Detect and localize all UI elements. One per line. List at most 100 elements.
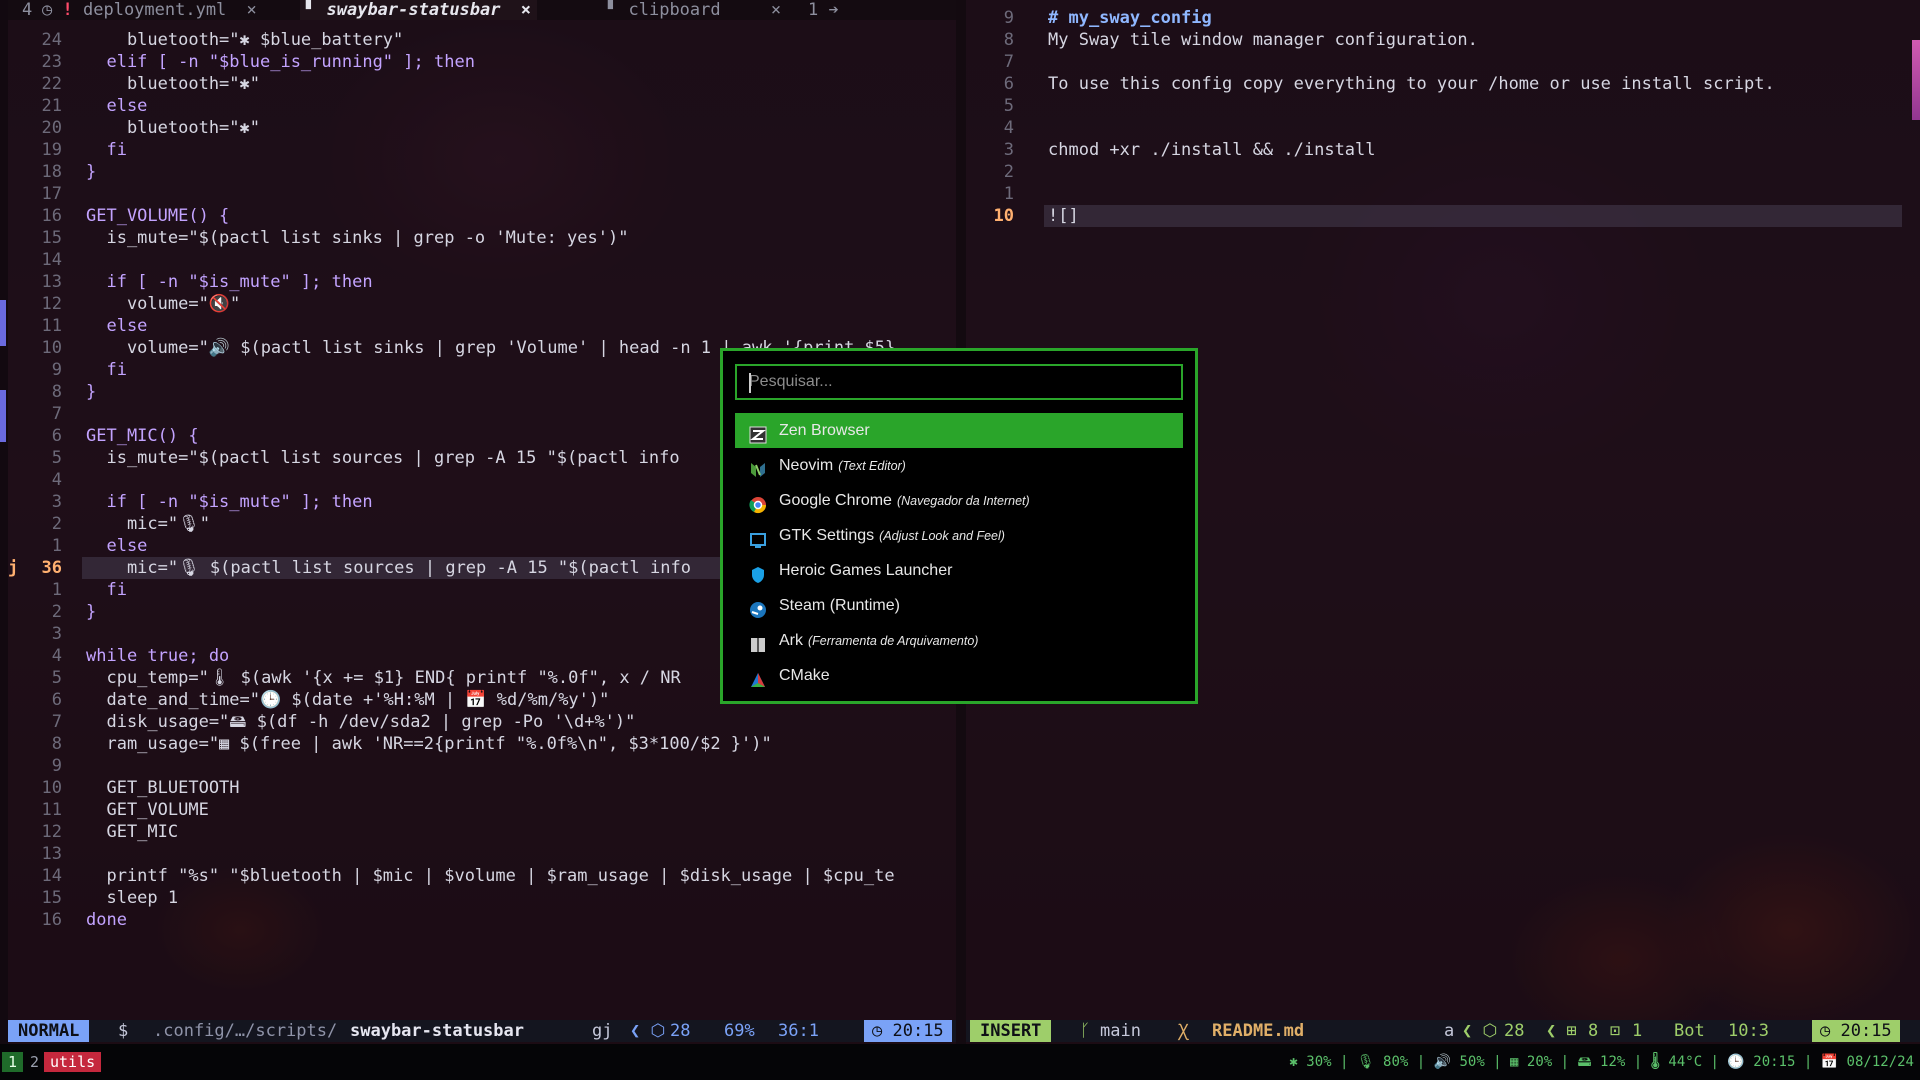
code-text[interactable]: while true; do: [86, 645, 229, 667]
workspace-1[interactable]: 1: [2, 1052, 24, 1072]
code-text[interactable]: done: [86, 909, 127, 931]
code-text[interactable]: GET_MIC() {: [86, 425, 199, 447]
markdown-text[interactable]: chmod +xr ./install && ./install: [1048, 139, 1376, 161]
tab-swaybar-statusbar[interactable]: ▘ swaybar-statusbar ×: [300, 0, 537, 20]
line-number: 16: [41, 910, 62, 930]
right-editor-text[interactable]: 9 # my_sway_config 8 My Sway tile window ma…: [966, 7, 1906, 227]
launcher-entry-google-chrome[interactable]: Google Chrome (Navegador da Internet): [735, 483, 1183, 518]
tab-label: clipboard: [628, 0, 721, 20]
code-text[interactable]: else: [86, 315, 147, 337]
markdown-line[interactable]: 1: [966, 183, 1906, 205]
code-line[interactable]: 12 GET_MIC: [8, 821, 956, 843]
code-text[interactable]: cpu_temp="🌡 $(awk '{x += $1} END{ printf…: [86, 667, 680, 689]
code-text[interactable]: bluetooth="✱ $blue_battery": [86, 29, 403, 51]
markdown-line[interactable]: 10 ![]: [966, 205, 1906, 227]
code-line[interactable]: 12 volume="🔇": [8, 293, 956, 315]
markdown-line[interactable]: 6 To use this config copy everything to y…: [966, 73, 1906, 95]
code-text[interactable]: fi: [86, 359, 126, 381]
workspace-utils[interactable]: utils: [44, 1052, 102, 1072]
code-text[interactable]: volume="🔇": [86, 293, 240, 315]
code-text[interactable]: else: [86, 535, 147, 557]
code-text[interactable]: }: [86, 601, 96, 623]
code-line[interactable]: 7 disk_usage="🖴 $(df -h /dev/sda2 | grep…: [8, 711, 956, 733]
markdown-line[interactable]: 5: [966, 95, 1906, 117]
launcher-entry-steam-runtime[interactable]: Steam (Runtime): [735, 588, 1183, 623]
markdown-line[interactable]: 2: [966, 161, 1906, 183]
code-text[interactable]: sleep 1: [86, 887, 178, 909]
code-text[interactable]: ram_usage="▦ $(free | awk 'NR==2{printf …: [86, 733, 771, 755]
workspace-2[interactable]: 2: [24, 1052, 45, 1072]
code-line[interactable]: 16 done: [8, 909, 956, 931]
close-icon[interactable]: ×: [247, 0, 257, 20]
markdown-text[interactable]: ![]: [1048, 205, 1079, 227]
markdown-line[interactable]: 3 chmod +xr ./install && ./install: [966, 139, 1906, 161]
launcher-entry-zen-browser[interactable]: Zen Browser: [735, 413, 1183, 448]
scrollbar-indicator[interactable]: [1912, 40, 1920, 120]
code-line[interactable]: 22 bluetooth="✱": [8, 73, 956, 95]
code-line[interactable]: 17: [8, 183, 956, 205]
code-text[interactable]: bluetooth="✱": [86, 117, 260, 139]
code-line[interactable]: 16 GET_VOLUME() {: [8, 205, 956, 227]
search-input[interactable]: [735, 364, 1183, 400]
code-text[interactable]: }: [86, 161, 96, 183]
line-number: 18: [41, 162, 62, 182]
code-text[interactable]: disk_usage="🖴 $(df -h /dev/sda2 | grep -…: [86, 711, 635, 733]
arrow-right-icon[interactable]: ➔: [829, 0, 839, 20]
code-text[interactable]: mic="🎙 $(pactl list sources | grep -A 15…: [86, 557, 691, 579]
code-text[interactable]: fi: [86, 139, 126, 161]
markdown-line[interactable]: 9 # my_sway_config: [966, 7, 1906, 29]
code-line[interactable]: 19 fi: [8, 139, 956, 161]
markdown-line[interactable]: 7: [966, 51, 1906, 73]
markdown-text[interactable]: To use this config copy everything to yo…: [1048, 73, 1775, 95]
launcher-entry-neovim[interactable]: Neovim (Text Editor): [735, 448, 1183, 483]
close-icon[interactable]: ×: [771, 0, 781, 20]
code-text[interactable]: date_and_time="🕒 $(date +'%H:%M | 📅 %d/%…: [86, 689, 609, 711]
code-text[interactable]: }: [86, 381, 96, 403]
code-line[interactable]: 10 GET_BLUETOOTH: [8, 777, 956, 799]
line-number: 22: [41, 74, 62, 94]
code-line[interactable]: 23 elif [ -n "$blue_is_running" ]; then: [8, 51, 956, 73]
code-text[interactable]: fi: [86, 579, 126, 601]
launcher-entry-cmake[interactable]: CMake: [735, 658, 1183, 693]
code-line[interactable]: 14: [8, 249, 956, 271]
code-text[interactable]: GET_BLUETOOTH: [86, 777, 239, 799]
code-line[interactable]: 8 ram_usage="▦ $(free | awk 'NR==2{print…: [8, 733, 956, 755]
launcher-entry-gtk-settings[interactable]: GTK Settings (Adjust Look and Feel): [735, 518, 1183, 553]
code-line[interactable]: 15 sleep 1: [8, 887, 956, 909]
code-text[interactable]: else: [86, 95, 147, 117]
line-number: 6: [51, 690, 62, 710]
code-line[interactable]: 15 is_mute="$(pactl list sinks | grep -o…: [8, 227, 956, 249]
code-line[interactable]: 14 printf "%s" "$bluetooth | $mic | $vol…: [8, 865, 956, 887]
code-line[interactable]: 13: [8, 843, 956, 865]
code-line[interactable]: 24 bluetooth="✱ $blue_battery": [8, 29, 956, 51]
markdown-text[interactable]: My Sway tile window manager configuratio…: [1048, 29, 1478, 51]
code-text[interactable]: if [ -n "$is_mute" ]; then: [86, 271, 372, 293]
code-text[interactable]: mic="🎙": [86, 513, 210, 535]
markdown-line[interactable]: 4: [966, 117, 1906, 139]
code-line[interactable]: 21 else: [8, 95, 956, 117]
code-text[interactable]: GET_VOLUME: [86, 799, 208, 821]
code-text[interactable]: GET_MIC: [86, 821, 178, 843]
code-text[interactable]: bluetooth="✱": [86, 73, 260, 95]
markdown-heading[interactable]: # my_sway_config: [1048, 7, 1212, 29]
clock-time: ◷ 20:15: [864, 1020, 952, 1042]
close-icon[interactable]: ×: [521, 0, 531, 20]
code-line[interactable]: 18}: [8, 161, 956, 183]
tab-deployment[interactable]: ◷ ! deployment.yml ×: [42, 0, 257, 20]
markdown-line[interactable]: 8 My Sway tile window manager configurati…: [966, 29, 1906, 51]
code-line[interactable]: 13 if [ -n "$is_mute" ]; then: [8, 271, 956, 293]
launcher-entry-heroic-games-launcher[interactable]: Heroic Games Launcher: [735, 553, 1183, 588]
code-text[interactable]: GET_VOLUME() {: [86, 205, 229, 227]
launcher-entry-ark[interactable]: Ark (Ferramenta de Arquivamento): [735, 623, 1183, 658]
code-line[interactable]: 20 bluetooth="✱": [8, 117, 956, 139]
code-text[interactable]: if [ -n "$is_mute" ]; then: [86, 491, 372, 513]
code-text[interactable]: is_mute="$(pactl list sinks | grep -o 'M…: [86, 227, 628, 249]
buffer-count: 28: [1504, 1021, 1525, 1041]
code-text[interactable]: elif [ -n "$blue_is_running" ]; then: [86, 51, 474, 73]
code-line[interactable]: 9: [8, 755, 956, 777]
code-text[interactable]: printf "%s" "$bluetooth | $mic | $volume…: [86, 865, 894, 887]
code-line[interactable]: 11 else: [8, 315, 956, 337]
tab-clipboard[interactable]: ▘ clipboard ×: [608, 0, 781, 20]
code-line[interactable]: 11 GET_VOLUME: [8, 799, 956, 821]
code-text[interactable]: is_mute="$(pactl list sources | grep -A …: [86, 447, 679, 469]
